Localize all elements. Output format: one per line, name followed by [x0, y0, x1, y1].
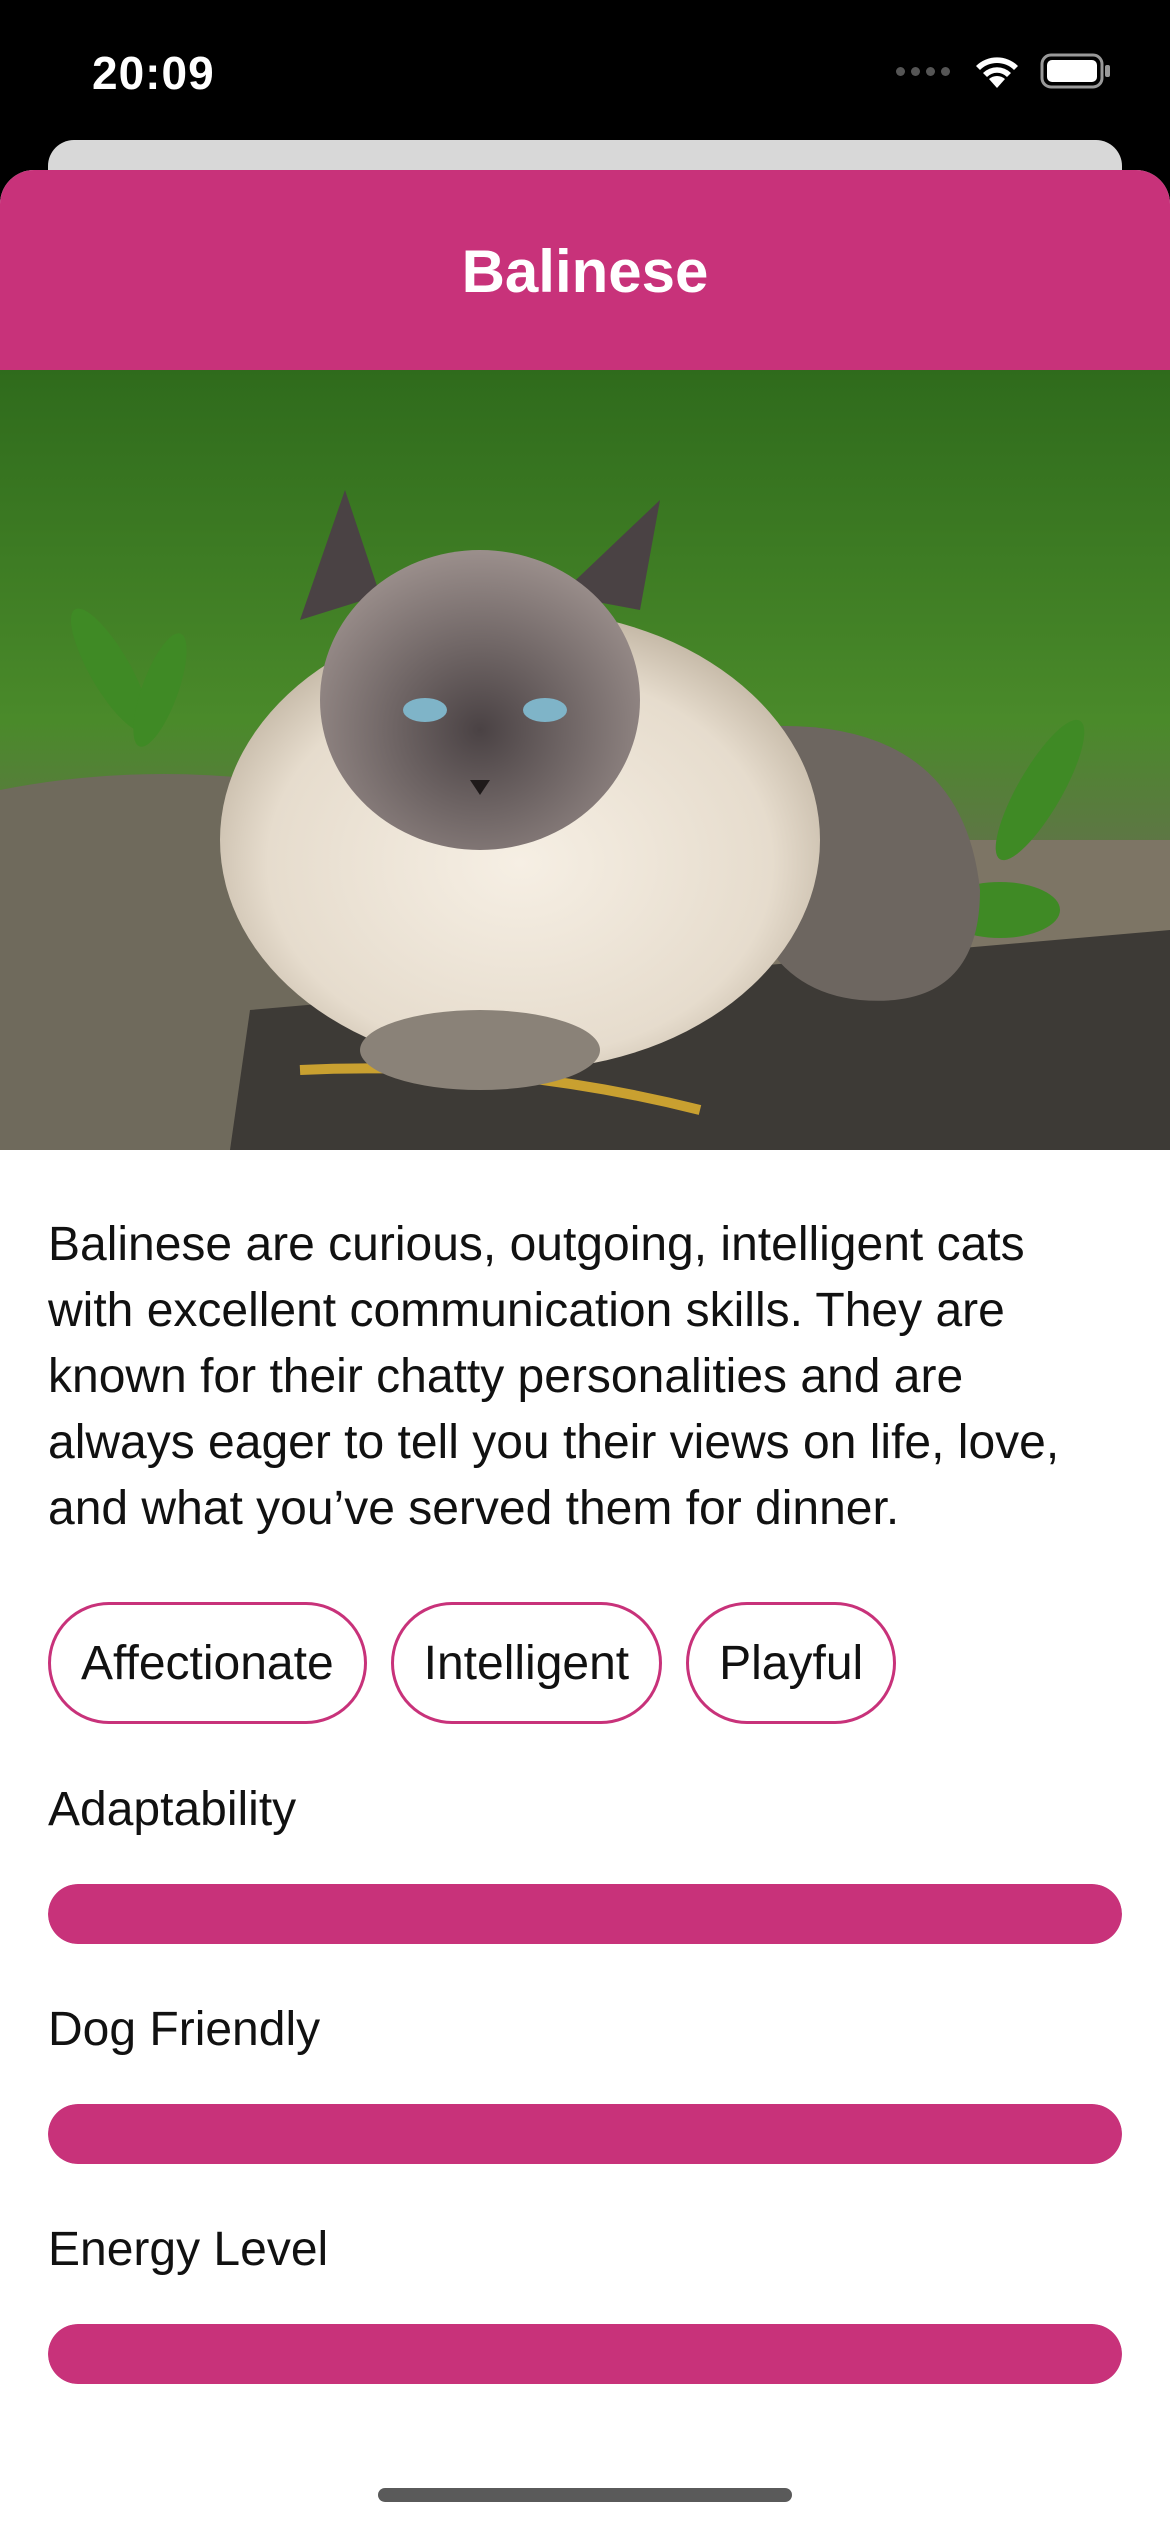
- temperament-chips: Affectionate Intelligent Playful: [48, 1602, 1122, 1724]
- stat-bar-fill: [48, 1884, 1122, 1944]
- status-icons: [896, 52, 1112, 90]
- stat-bar: [48, 2324, 1122, 2384]
- temperament-chip: Playful: [686, 1602, 897, 1724]
- temperament-chip: Intelligent: [390, 1602, 663, 1724]
- stat-label: Dog Friendly: [48, 2003, 321, 2056]
- temperament-chip: Affectionate: [48, 1602, 367, 1724]
- stat-bar-fill: [48, 2324, 1122, 2384]
- status-bar: 20:09: [0, 0, 1170, 150]
- breed-detail-sheet: Balinese Balinese are curious, outgoing,…: [0, 170, 1170, 2532]
- battery-icon: [1040, 53, 1112, 89]
- stat-bar: [48, 1884, 1122, 1944]
- wifi-icon: [972, 52, 1022, 90]
- breed-photo: [0, 370, 1170, 1150]
- cellular-signal-icon: [896, 66, 950, 76]
- stat-dog-friendly: Dog Friendly: [48, 2002, 1122, 2164]
- stat-adaptability: Adaptability: [48, 1782, 1122, 1944]
- breed-description: Balinese are curious, outgoing, intellig…: [48, 1218, 1060, 1535]
- stat-bar-fill: [48, 2104, 1122, 2164]
- stat-bar: [48, 2104, 1122, 2164]
- breed-content: Balinese are curious, outgoing, intellig…: [0, 1212, 1170, 2384]
- stat-energy-level: Energy Level: [48, 2222, 1122, 2384]
- nav-bar: Balinese: [0, 170, 1170, 370]
- stat-label: Energy Level: [48, 2223, 329, 2276]
- stat-label: Adaptability: [48, 1783, 297, 1836]
- status-time: 20:09: [92, 47, 215, 99]
- page-title: Balinese: [461, 237, 709, 305]
- home-indicator[interactable]: [378, 2488, 792, 2502]
